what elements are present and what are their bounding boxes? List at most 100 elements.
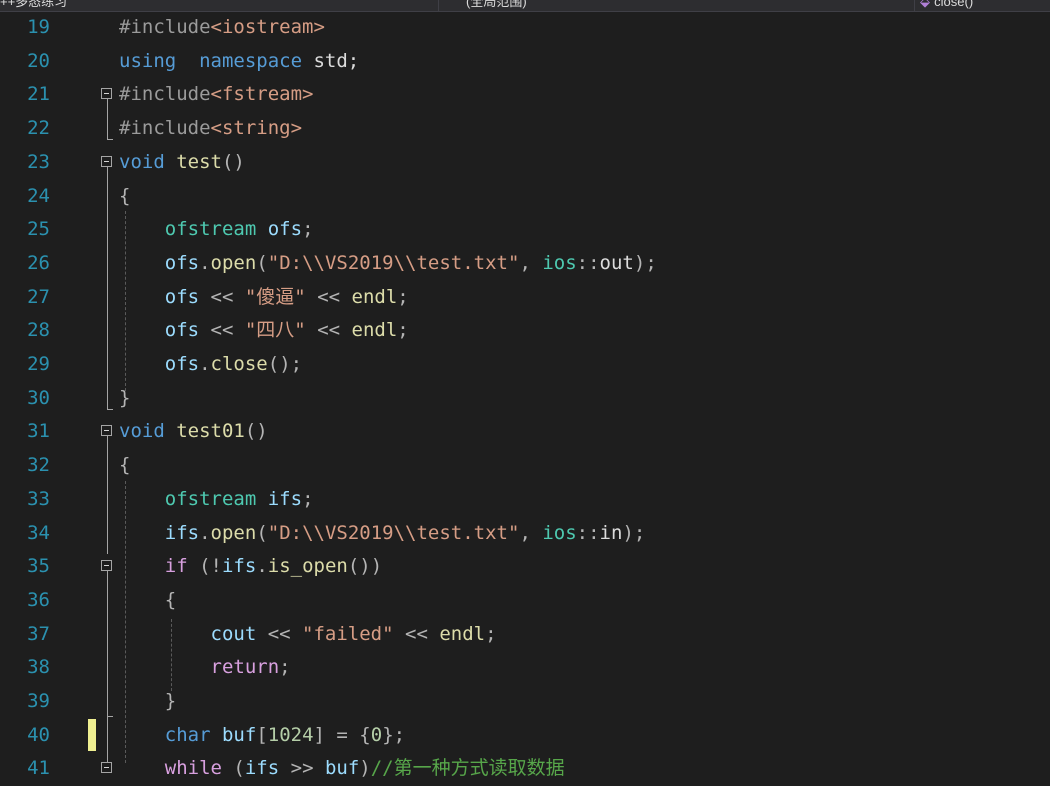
code-text: { [119, 584, 176, 618]
code-token: buf [324, 757, 360, 780]
project-name: ++多态练习 [0, 0, 68, 9]
code-token: ofs [164, 353, 200, 375]
line-number: 35 [27, 555, 50, 578]
code-line[interactable]: 31 void test01() [0, 415, 1050, 449]
code-token: ; [397, 285, 409, 308]
code-token: char [164, 723, 211, 746]
code-line[interactable]: 34 ifs.open("D:\\VS2019\\test.txt", ios:… [0, 517, 1050, 551]
line-number: 20 [27, 49, 50, 72]
collapse-icon[interactable] [101, 88, 112, 99]
code-line[interactable]: 36 { [0, 584, 1050, 618]
member-name: close() [934, 0, 974, 9]
code-token: buf [221, 723, 257, 746]
collapse-icon[interactable] [101, 425, 112, 436]
code-line[interactable]: 27 ofs << "傻逼" << endl; [0, 281, 1050, 315]
code-token: std; [302, 49, 360, 72]
code-line[interactable]: 20 using namespace std; [0, 45, 1050, 79]
line-number: 22 [27, 117, 50, 140]
code-token: #include [119, 83, 211, 106]
code-line[interactable]: 23 void test() [0, 146, 1050, 180]
fold-region-end [107, 139, 113, 140]
code-token: <string> [210, 117, 303, 140]
code-token: ; [302, 218, 314, 241]
code-token: out [599, 251, 634, 274]
code-token: ; [485, 622, 497, 645]
fold-region-line [107, 436, 108, 554]
code-token: << [393, 622, 440, 645]
code-line[interactable]: 19 #include<iostream> [0, 11, 1050, 45]
code-token: () [221, 150, 245, 173]
indent-guide [125, 481, 126, 763]
line-number: 28 [27, 319, 50, 342]
code-token: ifs [164, 521, 200, 544]
code-token: endl [351, 285, 398, 308]
code-text: char buf[1024] = {0}; [119, 719, 405, 753]
code-line[interactable]: 39 } [0, 685, 1050, 719]
line-number: 37 [27, 622, 50, 645]
collapse-icon[interactable] [101, 560, 112, 571]
line-number: 38 [27, 656, 50, 679]
code-line[interactable]: 38 return; [0, 651, 1050, 685]
code-line[interactable]: 30} [0, 382, 1050, 416]
code-line[interactable]: 32 { [0, 449, 1050, 483]
line-number: 21 [27, 83, 50, 106]
code-editor[interactable]: 19 #include<iostream> 20 using namespace st… [0, 11, 1050, 779]
code-token: << [199, 319, 245, 342]
line-number: 29 [27, 353, 50, 375]
code-token: ifs [267, 487, 303, 510]
collapse-icon[interactable] [101, 156, 112, 167]
member-dropdown[interactable]: ⬙ close() [920, 0, 1050, 11]
code-line[interactable]: 24 { [0, 180, 1050, 214]
code-token: ; [397, 319, 409, 342]
scope-dropdown[interactable]: (全局范围) ▾ [466, 0, 910, 11]
line-number: 36 [27, 588, 50, 611]
code-token: 1024 [267, 723, 314, 746]
code-line[interactable]: 25 ofstream ofs; [0, 213, 1050, 247]
code-token: ios [542, 521, 577, 544]
code-token: ; [302, 487, 314, 510]
divider [914, 0, 915, 11]
collapse-icon[interactable] [101, 762, 112, 773]
line-number: 39 [27, 690, 50, 712]
code-line[interactable]: 35 if (!ifs.is_open()) [0, 550, 1050, 584]
code-token: close [210, 353, 268, 375]
code-line[interactable]: 28 ofs << "四八" << endl; [0, 314, 1050, 348]
scope-name: (全局范围) [466, 0, 527, 9]
indent-guide [125, 211, 126, 391]
line-number: 26 [27, 251, 50, 274]
code-text: if (!ifs.is_open()) [119, 550, 382, 584]
code-token: in [599, 521, 623, 544]
code-line[interactable]: 29 ofs.close(); [0, 348, 1050, 382]
code-token: cout [210, 622, 257, 645]
code-text: ofs << "傻逼" << endl; [119, 281, 409, 315]
code-line[interactable]: 41 while (ifs >> buf)//第一种方式读取数据 [0, 752, 1050, 786]
code-text: ifs.open("D:\\VS2019\\test.txt", ios::in… [119, 517, 646, 551]
code-token: "D:\\VS2019\\test.txt" [267, 521, 520, 544]
line-number: 34 [27, 521, 50, 544]
code-line[interactable]: 37 cout << "failed" << endl; [0, 618, 1050, 652]
code-token: . [199, 251, 211, 274]
code-token: }; [382, 723, 406, 746]
code-text: { [119, 449, 130, 483]
code-token: ios [542, 251, 577, 274]
code-token: . [199, 353, 211, 375]
code-token: :: [576, 521, 600, 544]
code-line[interactable]: 26 ofs.open("D:\\VS2019\\test.txt", ios:… [0, 247, 1050, 281]
code-line[interactable]: 33 ofstream ifs; [0, 483, 1050, 517]
code-line[interactable]: 22 #include<string> [0, 112, 1050, 146]
line-number: 40 [27, 723, 50, 746]
code-token: << [305, 319, 352, 342]
code-line[interactable]: 40 char buf[1024] = {0}; [0, 719, 1050, 753]
code-line[interactable]: 21 #include<fstream> [0, 78, 1050, 112]
project-dropdown[interactable]: ++多态练习 ▾ [0, 0, 436, 11]
code-token: "failed" [302, 622, 394, 645]
indent-guide [171, 619, 172, 691]
code-token: ( [256, 521, 268, 544]
code-token: ofs [164, 319, 200, 342]
code-token: "四八" [244, 319, 306, 342]
code-token: "傻逼" [244, 285, 306, 308]
line-number: 27 [27, 285, 50, 308]
code-token: test [176, 150, 222, 173]
